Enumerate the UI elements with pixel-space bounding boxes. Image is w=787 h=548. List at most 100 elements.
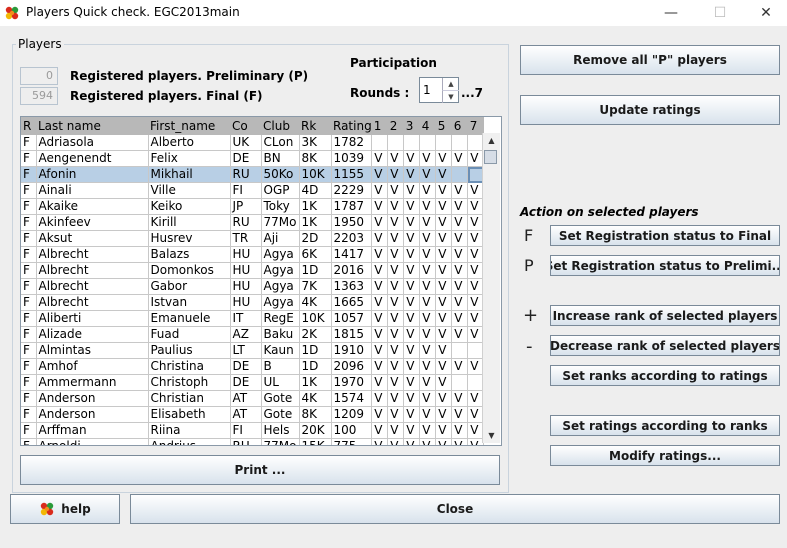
table-cell[interactable]: F xyxy=(21,166,37,183)
table-row[interactable]: F Albrecht Balazs HU Agya 6K 1417 V V V V V V V xyxy=(21,246,485,263)
table-cell[interactable]: F xyxy=(21,358,37,375)
table-cell[interactable]: 15K xyxy=(299,438,332,445)
table-cell[interactable]: V xyxy=(371,326,389,343)
table-cell[interactable]: V xyxy=(371,262,389,279)
table-cell[interactable]: 20K xyxy=(299,422,332,439)
table-cell[interactable]: Baku xyxy=(261,326,300,343)
table-row[interactable]: F Ainali Ville FI OGP 4D 2229 V V V V V V V xyxy=(21,182,485,199)
column-header[interactable]: 1 xyxy=(371,117,388,135)
table-cell[interactable]: V xyxy=(435,358,453,375)
table-cell[interactable]: Albrecht xyxy=(36,278,149,295)
table-scrollbar[interactable]: ▲ ▼ xyxy=(482,133,500,443)
table-cell[interactable]: 7K xyxy=(299,278,332,295)
table-cell[interactable]: V xyxy=(435,294,453,311)
table-cell[interactable]: F xyxy=(21,438,37,445)
table-cell[interactable]: 3K xyxy=(299,135,332,151)
table-cell[interactable]: V xyxy=(419,310,437,327)
column-header[interactable]: 5 xyxy=(435,117,452,135)
table-cell[interactable]: V xyxy=(419,422,437,439)
table-cell[interactable]: V xyxy=(387,438,405,445)
table-cell[interactable]: F xyxy=(21,278,37,295)
table-cell[interactable]: V xyxy=(451,278,469,295)
table-cell[interactable]: AT xyxy=(230,406,262,423)
table-cell[interactable]: Andrius xyxy=(148,438,231,445)
table-cell[interactable]: Toky xyxy=(261,198,300,215)
table-cell[interactable]: Agya xyxy=(261,246,300,263)
table-cell[interactable]: 775 xyxy=(331,438,373,445)
table-cell[interactable]: V xyxy=(451,246,469,263)
table-cell[interactable]: V xyxy=(435,182,453,199)
table-cell[interactable]: V xyxy=(371,358,389,375)
table-cell[interactable]: Aksut xyxy=(36,230,149,247)
table-cell[interactable]: 2229 xyxy=(331,182,373,199)
table-cell[interactable]: 1363 xyxy=(331,278,373,295)
table-cell[interactable]: V xyxy=(387,278,405,295)
scroll-down-icon[interactable]: ▼ xyxy=(483,428,500,443)
table-cell[interactable]: Ammermann xyxy=(36,374,149,391)
table-cell[interactable]: F xyxy=(21,230,37,247)
table-cell[interactable]: V xyxy=(419,438,437,445)
table-cell[interactable]: Balazs xyxy=(148,246,231,263)
table-row[interactable]: F Amhof Christina DE B 1D 2096 V V V V V V V xyxy=(21,358,485,375)
table-cell[interactable]: Ville xyxy=(148,182,231,199)
table-cell[interactable]: F xyxy=(21,406,37,423)
minimize-button[interactable]: — xyxy=(648,0,694,26)
table-cell[interactable]: V xyxy=(387,198,405,215)
remove-p-players-button[interactable]: Remove all "P" players xyxy=(520,45,780,75)
set-final-button[interactable]: Set Registration status to Final xyxy=(550,225,780,246)
table-cell[interactable]: V xyxy=(387,326,405,343)
table-cell[interactable]: V xyxy=(403,310,421,327)
table-cell[interactable]: V xyxy=(371,294,389,311)
table-cell[interactable]: Emanuele xyxy=(148,310,231,327)
column-header[interactable]: R xyxy=(21,117,36,135)
table-cell[interactable]: FI xyxy=(230,422,262,439)
table-cell[interactable]: F xyxy=(21,214,37,231)
table-cell[interactable]: V xyxy=(387,214,405,231)
table-cell[interactable] xyxy=(419,135,437,151)
table-cell[interactable]: F xyxy=(21,135,37,151)
table-cell[interactable]: V xyxy=(387,310,405,327)
table-row[interactable]: F Albrecht Gabor HU Agya 7K 1363 V V V V V V V xyxy=(21,278,485,295)
table-cell[interactable]: Elisabeth xyxy=(148,406,231,423)
table-cell[interactable]: V xyxy=(371,406,389,423)
table-cell[interactable]: RegE xyxy=(261,310,300,327)
table-row[interactable]: F Almintas Paulius LT Kaun 1D 1910 V V V V V xyxy=(21,342,485,359)
table-cell[interactable]: Istvan xyxy=(148,294,231,311)
table-cell[interactable]: Gote xyxy=(261,406,300,423)
table-cell[interactable]: V xyxy=(419,182,437,199)
table-cell[interactable]: V xyxy=(387,150,405,167)
table-cell[interactable]: V xyxy=(419,214,437,231)
table-cell[interactable]: 1209 xyxy=(331,406,373,423)
maximize-button[interactable]: ☐ xyxy=(697,0,743,26)
table-cell[interactable]: F xyxy=(21,310,37,327)
table-cell[interactable]: HU xyxy=(230,294,262,311)
table-cell[interactable]: V xyxy=(451,214,469,231)
table-cell[interactable]: Alberto xyxy=(148,135,231,151)
table-cell[interactable]: V xyxy=(403,326,421,343)
table-cell[interactable]: Keiko xyxy=(148,198,231,215)
set-prelim-button[interactable]: Set Registration status to Prelimi... xyxy=(550,255,780,276)
table-cell[interactable]: 1950 xyxy=(331,214,373,231)
table-cell[interactable]: F xyxy=(21,390,37,407)
table-cell[interactable]: DE xyxy=(230,150,262,167)
table-cell[interactable]: V xyxy=(451,326,469,343)
table-cell[interactable]: V xyxy=(403,390,421,407)
table-cell[interactable]: V xyxy=(403,294,421,311)
table-cell[interactable]: V xyxy=(451,406,469,423)
table-cell[interactable]: Hels xyxy=(261,422,300,439)
table-cell[interactable]: V xyxy=(419,166,437,183)
table-cell[interactable]: V xyxy=(387,406,405,423)
table-cell[interactable]: V xyxy=(419,230,437,247)
table-row[interactable]: F Adriasola Alberto UK CLon 3K 1782 xyxy=(21,135,485,151)
table-cell[interactable]: Albrecht xyxy=(36,262,149,279)
table-cell[interactable]: 1970 xyxy=(331,374,373,391)
table-cell[interactable]: 4K xyxy=(299,390,332,407)
table-cell[interactable]: V xyxy=(403,198,421,215)
table-cell[interactable]: HU xyxy=(230,262,262,279)
table-cell[interactable]: V xyxy=(451,150,469,167)
table-cell[interactable]: Akinfeev xyxy=(36,214,149,231)
table-cell[interactable]: UL xyxy=(261,374,300,391)
table-cell[interactable]: V xyxy=(387,374,405,391)
table-cell[interactable] xyxy=(403,135,421,151)
table-cell[interactable]: V xyxy=(419,294,437,311)
